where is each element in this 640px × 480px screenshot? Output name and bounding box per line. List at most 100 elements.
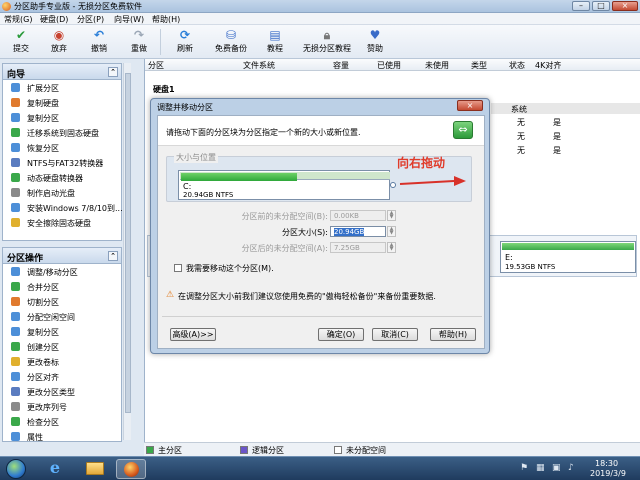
menu-partition[interactable]: 分区(P) [77, 14, 104, 25]
clock-date[interactable]: 2019/3/9 [590, 469, 626, 478]
left-scrollbar[interactable] [123, 63, 131, 440]
clock-time[interactable]: 18:30 [595, 459, 618, 468]
apply-label: 提交 [13, 44, 29, 53]
partition-op-item[interactable]: 合并分区 [3, 279, 121, 294]
tray-flag-icon[interactable]: ⚑ [520, 463, 528, 473]
partition-op-item-label: 属性 [27, 433, 43, 442]
after-space-spinner[interactable]: ▲ ▼ [387, 242, 396, 253]
col-capacity[interactable]: 容量 [333, 60, 349, 71]
donate-button[interactable]: ♥ 赞助 [354, 27, 396, 57]
partition-size-input[interactable]: 20.94GB [330, 226, 386, 237]
tray-keyboard-icon[interactable]: ▦ [536, 463, 545, 473]
ok-button[interactable]: 确定(O) [318, 328, 364, 341]
close-button[interactable]: × [612, 1, 638, 11]
lossless-tutorial-label: 无损分区教程 [303, 44, 351, 53]
minimize-button[interactable]: – [572, 1, 590, 11]
wizard-item[interactable]: 复制硬盘 [3, 95, 121, 110]
wizard-item[interactable]: NTFS与FAT32转换器 [3, 155, 121, 170]
col-partition[interactable]: 分区 [148, 60, 164, 71]
before-space-input[interactable]: 0.00KB [330, 210, 386, 221]
wizard-item[interactable]: 复制分区 [3, 110, 121, 125]
free-backup-button[interactable]: ⛁ 免费备份 [208, 27, 254, 57]
wizard-item[interactable]: 制作启动光盘 [3, 185, 121, 200]
wizard-item[interactable]: 迁移系统到固态硬盘 [3, 125, 121, 140]
partition-slider-block[interactable]: C: 20.94GB NTFS [178, 170, 390, 200]
undo-button[interactable]: ↶ 撤销 [78, 27, 120, 57]
wizard-item[interactable]: 扩展分区 [3, 80, 121, 95]
partition-op-item[interactable]: 更改分区类型 [3, 384, 121, 399]
align-cell: 是 [553, 118, 561, 127]
menu-general[interactable]: 常规(G) [4, 14, 32, 25]
scrollbar-thumb[interactable] [125, 73, 131, 413]
cancel-button[interactable]: 取消(C) [372, 328, 418, 341]
lossless-tutorial-button[interactable]: 🔒︎ 无损分区教程 [298, 27, 356, 57]
partition-size: 20.94GB NTFS [183, 191, 234, 199]
tutorial-button[interactable]: ▤ 教程 [254, 27, 296, 57]
explorer-taskbar-button[interactable] [80, 459, 110, 479]
partition-op-item[interactable]: 检查分区 [3, 414, 121, 429]
move-partition-checkbox[interactable] [174, 264, 182, 272]
usage-bar-track [180, 172, 390, 181]
before-space-spinner[interactable]: ▲ ▼ [387, 210, 396, 221]
partition-op-item[interactable]: 更改卷标 [3, 354, 121, 369]
col-type[interactable]: 类型 [471, 60, 487, 71]
taskbar: e ⚑ ▦ ▣ ♪ 18:30 2019/3/9 [0, 456, 640, 480]
col-4k-align[interactable]: 4K对齐 [535, 60, 561, 71]
wizard-item[interactable]: 安装Windows 7/8/10到... [3, 200, 123, 215]
col-status[interactable]: 状态 [509, 60, 525, 71]
partition-size-spinner[interactable]: ▲ ▼ [387, 226, 396, 237]
wizard-item[interactable]: 动态硬盘转换器 [3, 170, 121, 185]
partition-size-value: 20.94GB [334, 228, 365, 236]
ie-taskbar-button[interactable]: e [40, 459, 70, 479]
partition-op-item[interactable]: 创建分区 [3, 339, 121, 354]
refresh-button[interactable]: ⟳ 刷新 [164, 27, 206, 57]
partition-op-item[interactable]: 分配空闲空间 [3, 309, 121, 324]
redo-button[interactable]: ↷ 重做 [118, 27, 160, 57]
wizard-item-icon [11, 158, 20, 167]
discard-button[interactable]: ◉ 放弃 [38, 27, 80, 57]
wizard-item[interactable]: 安全擦除固态硬盘 [3, 215, 121, 230]
table-row[interactable]: 系统 [491, 103, 640, 114]
tray-network-icon[interactable]: ▣ [552, 463, 561, 473]
table-row[interactable]: 无 是 [491, 130, 640, 142]
start-button[interactable] [6, 459, 26, 479]
logical-swatch [240, 446, 248, 454]
wizard-item-label: 迁移系统到固态硬盘 [27, 129, 99, 138]
partition-block-e[interactable]: E: 19.53GB NTFS [500, 241, 636, 273]
partition-op-item[interactable]: 调整/移动分区 [3, 264, 121, 279]
partition-assistant-taskbar-button[interactable] [116, 459, 146, 479]
col-unused[interactable]: 未使用 [425, 60, 449, 71]
apply-button[interactable]: ✔ 提交 [0, 27, 42, 57]
after-space-input[interactable]: 7.25GB [330, 242, 386, 253]
advanced-button[interactable]: 高级(A)>> [170, 328, 216, 341]
wizard-item-icon [11, 218, 20, 227]
collapse-icon[interactable]: ⌃ [108, 67, 118, 77]
partition-op-item[interactable]: 更改序列号 [3, 399, 121, 414]
resize-handle[interactable] [390, 182, 396, 188]
table-row[interactable]: 无 是 [491, 116, 640, 128]
partition-op-item-icon [11, 432, 20, 441]
table-row[interactable]: 无 是 [491, 144, 640, 156]
wizard-item[interactable]: 恢复分区 [3, 140, 121, 155]
wizard-item-icon [11, 113, 20, 122]
dialog-close-button[interactable]: × [457, 100, 483, 111]
undo-label: 撤销 [91, 44, 107, 53]
partition-op-item[interactable]: 分区对齐 [3, 369, 121, 384]
menu-wizard[interactable]: 向导(W) [114, 14, 144, 25]
tray-volume-icon[interactable]: ♪ [568, 463, 574, 473]
partition-op-item[interactable]: 切割分区 [3, 294, 121, 309]
partition-op-item[interactable]: 复制分区 [3, 324, 121, 339]
partition-op-item-icon [11, 372, 20, 381]
maximize-button[interactable]: □ [592, 1, 610, 11]
menu-disk[interactable]: 硬盘(D) [40, 14, 68, 25]
help-button[interactable]: 帮助(H) [430, 328, 476, 341]
partition-op-item[interactable]: 属性 [3, 429, 121, 444]
col-used[interactable]: 已使用 [377, 60, 401, 71]
collapse-icon[interactable]: ⌃ [108, 251, 118, 261]
partition-resize-icon: ⇔ [453, 121, 473, 139]
col-filesystem[interactable]: 文件系统 [243, 60, 275, 71]
free-backup-label: 免费备份 [215, 44, 247, 53]
partition-ops-title: 分区操作 [7, 254, 44, 264]
wizard-item-label: 制作启动光盘 [27, 189, 75, 198]
menu-help[interactable]: 帮助(H) [152, 14, 180, 25]
